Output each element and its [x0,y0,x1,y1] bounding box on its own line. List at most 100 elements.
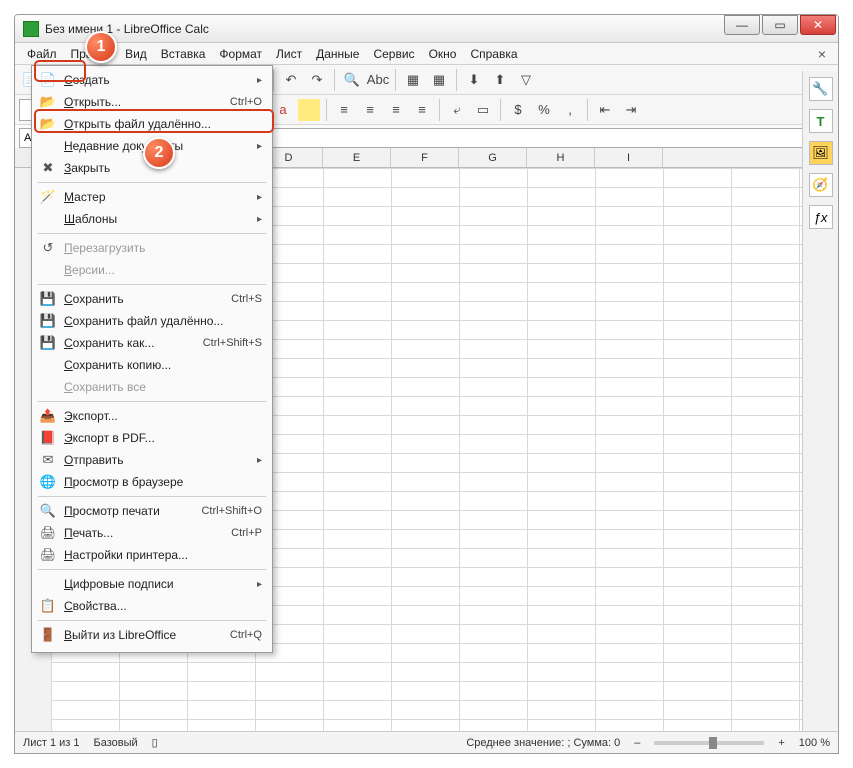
menu-item-label: Перезагрузить [64,241,262,255]
status-bar: Лист 1 из 1 Базовый ▯ Среднее значение: … [15,731,838,753]
menu-wizard[interactable]: 🪄Мастер▸ [32,186,272,208]
highlight-icon[interactable] [298,99,320,121]
menu-export[interactable]: 📤Экспорт... [32,405,272,427]
column-header[interactable]: I [595,148,663,167]
menu-open[interactable]: 📂Открыть...Ctrl+O [32,91,272,113]
filter-icon[interactable]: ▽ [515,69,537,91]
menu-item-icon: 💾 [38,291,58,307]
grid2-icon[interactable]: ▦ [428,69,450,91]
menu-print[interactable]: 🖨Печать...Ctrl+P [32,522,272,544]
menu-tools[interactable]: Сервис [367,45,420,63]
menu-format[interactable]: Формат [213,45,268,63]
menu-insert[interactable]: Вставка [155,45,212,63]
status-insert-mode[interactable]: ▯ [152,736,158,749]
menu-item-label: Мастер [64,190,257,204]
align-center-icon[interactable]: ≡ [359,99,381,121]
menu-versions: Версии... [32,259,272,281]
menu-help[interactable]: Справка [464,45,523,63]
undo-icon[interactable]: ↶ [280,69,302,91]
menu-new[interactable]: 📄Создать▸ [32,69,272,91]
zoom-out-icon[interactable]: – [634,737,640,749]
sort-desc-icon[interactable]: ⬆ [489,69,511,91]
menu-printer-settings[interactable]: 🖨Настройки принтера... [32,544,272,566]
currency-icon[interactable]: $ [507,99,529,121]
menu-item-label: Открыть файл удалённо... [64,117,262,131]
menu-item-label: Сохранить [64,292,231,306]
menu-signatures[interactable]: Цифровые подписи▸ [32,573,272,595]
menu-sheet[interactable]: Лист [270,45,308,63]
redo-icon[interactable]: ↷ [306,69,328,91]
column-header[interactable]: E [323,148,391,167]
menu-templates[interactable]: Шаблоны▸ [32,208,272,230]
status-summary: Среднее значение: ; Сумма: 0 [466,737,620,749]
wrap-icon[interactable]: ⤶ [446,99,468,121]
menu-item-icon: 🌐 [38,474,58,490]
menu-item-icon: 📄 [38,72,58,88]
menu-properties[interactable]: 📋Свойства... [32,595,272,617]
menu-save-as[interactable]: 💾Сохранить как...Ctrl+Shift+S [32,332,272,354]
spell-icon[interactable]: Abc [367,69,389,91]
menu-file[interactable]: Файл [21,45,63,63]
menu-item-label: Сохранить все [64,380,262,394]
formula-input[interactable] [181,128,812,148]
close-button[interactable]: ✕ [800,15,836,35]
align-justify-icon[interactable]: ≡ [411,99,433,121]
minimize-button[interactable]: — [724,15,760,35]
font-color-icon[interactable]: a [272,99,294,121]
sidebar-panel: 🔧 T 🖼 🧭 ƒx [802,71,838,731]
menu-open-remote[interactable]: 📂 Открыть файл удалённо... [32,113,272,135]
menu-data[interactable]: Данные [310,45,365,63]
menu-export-pdf[interactable]: 📕Экспорт в PDF... [32,427,272,449]
menu-item-label: Цифровые подписи [64,577,257,591]
zoom-in-icon[interactable]: + [778,737,784,749]
decrease-indent-icon[interactable]: ⇤ [594,99,616,121]
sidebar-navigator-icon[interactable]: 🧭 [809,173,833,197]
zoom-slider[interactable] [654,741,764,745]
menu-item-shortcut: Ctrl+P [231,527,262,539]
merge-icon[interactable]: ▭ [472,99,494,121]
comma-icon[interactable]: , [559,99,581,121]
maximize-button[interactable]: ▭ [762,15,798,35]
menu-preview-browser[interactable]: 🌐Просмотр в браузере [32,471,272,493]
menu-item-icon: 🪄 [38,189,58,205]
callout-1: 1 [85,31,117,63]
document-close-icon[interactable]: × [812,46,832,62]
menu-item-icon: ✖ [38,160,58,176]
menu-item-icon: 📂 [38,94,58,110]
align-left-icon[interactable]: ≡ [333,99,355,121]
menu-item-icon: 📤 [38,408,58,424]
column-header[interactable]: H [527,148,595,167]
status-style: Базовый [94,737,138,749]
grid1-icon[interactable]: ▦ [402,69,424,91]
increase-indent-icon[interactable]: ⇥ [620,99,642,121]
menu-save-copy[interactable]: Сохранить копию... [32,354,272,376]
submenu-arrow-icon: ▸ [257,214,262,225]
menu-window[interactable]: Окно [423,45,463,63]
menu-exit[interactable]: 🚪Выйти из LibreOfficeCtrl+Q [32,624,272,646]
percent-icon[interactable]: % [533,99,555,121]
menu-item-icon: 📂 [38,116,58,132]
find-icon[interactable]: 🔍 [341,69,363,91]
menu-item-label: Экспорт в PDF... [64,431,262,445]
menu-save-remote[interactable]: 💾Сохранить файл удалённо... [32,310,272,332]
menu-item-icon: 🔍 [38,503,58,519]
menu-send[interactable]: ✉Отправить▸ [32,449,272,471]
menu-item-icon: ↺ [38,240,58,256]
align-right-icon[interactable]: ≡ [385,99,407,121]
sidebar-styles-icon[interactable]: T [809,109,833,133]
menu-item-icon: 💾 [38,313,58,329]
menu-item-shortcut: Ctrl+O [230,96,262,108]
sidebar-properties-icon[interactable]: 🔧 [809,77,833,101]
column-header[interactable]: F [391,148,459,167]
menu-save[interactable]: 💾СохранитьCtrl+S [32,288,272,310]
menu-print-preview[interactable]: 🔍Просмотр печатиCtrl+Shift+O [32,500,272,522]
column-header[interactable]: G [459,148,527,167]
submenu-arrow-icon: ▸ [257,455,262,466]
menu-item-label: Свойства... [64,599,262,613]
sidebar-functions-icon[interactable]: ƒx [809,205,833,229]
sidebar-gallery-icon[interactable]: 🖼 [809,141,833,165]
sort-asc-icon[interactable]: ⬇ [463,69,485,91]
menu-item-label: Создать [64,73,257,87]
menu-view[interactable]: Вид [119,45,153,63]
titlebar: Без имени 1 - LibreOffice Calc — ▭ ✕ [15,15,838,43]
